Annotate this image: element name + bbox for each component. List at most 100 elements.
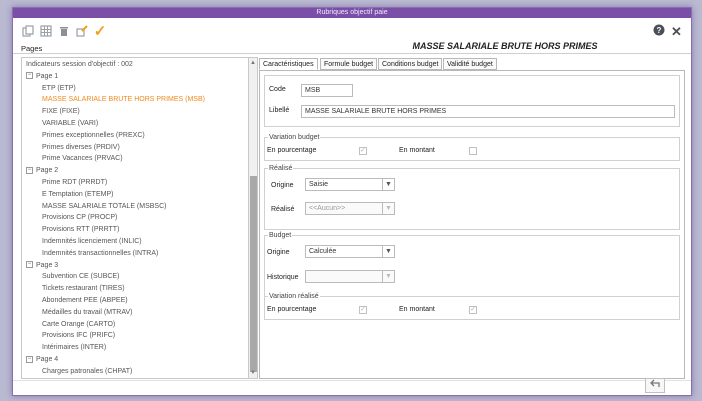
chevron-down-icon[interactable]: ▼ xyxy=(382,246,394,257)
budget-origine-select[interactable]: Calculée ▼ xyxy=(305,245,395,258)
variation-realise-montant-checkbox[interactable]: ✓ xyxy=(469,306,477,314)
realise-realise-label: Réalisé xyxy=(271,206,295,213)
back-button[interactable] xyxy=(645,378,665,393)
pages-tree: Indicateurs session d'objectif : 002− Pag… xyxy=(21,57,256,379)
variation-realise-title: Variation réalisé xyxy=(268,292,320,301)
tree-item-label: Page 2 xyxy=(36,167,59,175)
tree-item-label: Indemnités transactionnelles (INTRA) xyxy=(42,249,159,257)
variation-budget-title: Variation budget xyxy=(268,133,321,142)
grid-icon[interactable] xyxy=(39,24,53,38)
tree-item[interactable]: E Temptation (ETEMP) xyxy=(42,190,113,200)
tree-item-label: MASSE SALARIALE TOTALE (MSBSC) xyxy=(42,202,167,210)
tree-item-label: Tickets restaurant (TIRES) xyxy=(42,285,125,293)
scroll-down-icon[interactable]: ▼ xyxy=(249,369,257,377)
budget-title: Budget xyxy=(268,231,293,240)
tree-item[interactable]: Carte Orange (CARTO) xyxy=(42,320,115,330)
tree-item[interactable]: VARIABLE (VARI) xyxy=(42,119,98,129)
tree-item-label: Page 1 xyxy=(36,72,59,80)
tree-item[interactable]: Provisions CP (PROCP) xyxy=(42,213,117,223)
tree-item-label: Page 4 xyxy=(36,356,59,363)
variation-budget-pct-label: En pourcentage xyxy=(267,147,317,154)
budget-group: Budget Origine Calculée ▼ Historique ▼ xyxy=(264,231,680,297)
help-glyph: ? xyxy=(657,26,662,35)
tree-page-node[interactable]: − Page 2 xyxy=(26,166,58,176)
variation-realise-pct-label: En pourcentage xyxy=(267,306,317,313)
chevron-down-icon[interactable]: ▼ xyxy=(382,179,394,190)
copy-icon[interactable] xyxy=(21,24,35,38)
tree-item[interactable]: Prime RDT (PRRDT) xyxy=(42,178,107,188)
tree-item-label: FIXE (FIXE) xyxy=(42,108,80,116)
collapse-toggle-icon[interactable]: − xyxy=(26,72,33,80)
tree-item[interactable]: FIXE (FIXE) xyxy=(42,107,80,117)
help-icon[interactable]: ? xyxy=(653,24,665,39)
realise-realise-select[interactable]: <<Aucun>> ▼ xyxy=(305,202,395,215)
realise-realise-value: <<Aucun>> xyxy=(309,205,346,212)
tree-page-node[interactable]: − Page 1 xyxy=(26,72,58,82)
code-label: Code xyxy=(269,86,286,93)
budget-historique-select[interactable]: ▼ xyxy=(305,270,395,283)
window-title: Rubriques objectif paie xyxy=(13,8,691,18)
realise-title: Réalisé xyxy=(268,164,294,173)
tab-caracteristiques[interactable]: Caractéristiques xyxy=(259,58,318,70)
realise-group: Réalisé Origine Saisie ▼ Réalisé <<Aucun… xyxy=(264,164,680,230)
checkmark-icon: ✓ xyxy=(470,306,476,313)
tree-item[interactable]: Médailles du travail (MTRAV) xyxy=(42,308,133,318)
tree-item-label: E Temptation (ETEMP) xyxy=(42,190,114,198)
tree-item[interactable]: Intérimaires (INTER) xyxy=(42,343,106,353)
tab-conditions-budget[interactable]: Conditions budget xyxy=(378,58,443,70)
libelle-field[interactable]: MASSE SALARIALE BRUTE HORS PRIMES xyxy=(301,105,675,118)
tree-item[interactable]: Primes diverses (PRDIV) xyxy=(42,143,120,153)
tree-item-label: Primes diverses (PRDIV) xyxy=(42,143,120,151)
tree-item-label: MASSE SALARIALE BRUTE HORS PRIMES (MSB) xyxy=(42,96,205,104)
collapse-toggle-icon[interactable]: − xyxy=(26,355,33,363)
collapse-toggle-icon[interactable]: − xyxy=(26,261,33,269)
tree-item[interactable]: MASSE SALARIALE BRUTE HORS PRIMES (MSB) xyxy=(42,95,205,105)
app-window: Rubriques objectif paie ✓ ? ✕ Pages MASS… xyxy=(12,7,692,396)
tab-formule-budget[interactable]: Formule budget xyxy=(320,58,378,70)
chevron-down-icon[interactable]: ▼ xyxy=(382,271,394,282)
check-icon[interactable]: ✓ xyxy=(93,23,107,40)
tree-root[interactable]: Indicateurs session d'objectif : 002 xyxy=(26,60,133,70)
code-field[interactable]: MSB xyxy=(301,84,353,97)
tree-page-node[interactable]: − Page 3 xyxy=(26,261,58,271)
trash-icon[interactable] xyxy=(57,24,71,38)
variation-budget-montant-label: En montant xyxy=(399,147,435,154)
libelle-label: Libellé xyxy=(269,107,290,114)
variation-budget-pct-checkbox[interactable]: ✓ xyxy=(359,147,367,155)
back-arrow-icon xyxy=(650,379,660,391)
chevron-down-icon[interactable]: ▼ xyxy=(382,203,394,214)
tree-item[interactable]: ETP (ETP) xyxy=(42,84,76,94)
scrollbar-thumb[interactable] xyxy=(250,176,257,372)
tree-item[interactable]: Provisions IFC (PRIFC) xyxy=(42,331,115,341)
variation-budget-montant-checkbox[interactable] xyxy=(469,147,477,155)
tree-item-label: Prime Vacances (PRVAC) xyxy=(42,155,123,163)
scroll-up-icon[interactable]: ▲ xyxy=(249,59,257,67)
pages-label: Pages xyxy=(21,44,43,53)
collapse-toggle-icon[interactable]: − xyxy=(26,166,33,174)
edit-icon[interactable] xyxy=(75,24,89,38)
tree-item-label: Indicateurs session d'objectif : 002 xyxy=(26,61,133,68)
tree-scrollbar[interactable]: ▲ ▼ xyxy=(248,57,258,379)
page-title: MASSE SALARIALE BRUTE HORS PRIMES xyxy=(412,41,598,51)
budget-origine-value: Calculée xyxy=(309,248,337,255)
tree-item[interactable]: Provisions RTT (PRRTT) xyxy=(42,225,119,235)
tree-item[interactable]: Abondement PEE (ABPEE) xyxy=(42,296,128,306)
tree-item[interactable]: Charges patronales (CHPAT) xyxy=(42,367,132,377)
realise-origine-label: Origine xyxy=(271,182,294,189)
tree-item[interactable]: Indemnités licenciement (INLIC) xyxy=(42,237,142,247)
close-icon[interactable]: ✕ xyxy=(671,24,682,40)
tree-item[interactable]: Subvention CE (SUBCE) xyxy=(42,272,119,282)
tree-page-node[interactable]: − Page 4 xyxy=(26,355,58,365)
realise-origine-select[interactable]: Saisie ▼ xyxy=(305,178,395,191)
tree-item[interactable]: MASSE SALARIALE TOTALE (MSBSC) xyxy=(42,202,166,212)
variation-realise-pct-checkbox[interactable]: ✓ xyxy=(359,306,367,314)
variation-realise-montant-label: En montant xyxy=(399,306,435,313)
tree-item[interactable]: Prime Vacances (PRVAC) xyxy=(42,154,123,164)
tree-item[interactable]: Indemnités transactionnelles (INTRA) xyxy=(42,249,158,259)
footer-divider xyxy=(13,380,691,381)
tree-item[interactable]: Tickets restaurant (TIRES) xyxy=(42,284,125,294)
tree-item-label: Provisions IFC (PRIFC) xyxy=(42,332,116,340)
tab-validite-budget[interactable]: Validité budget xyxy=(443,58,497,70)
tree-item[interactable]: Primes exceptionnelles (PREXC) xyxy=(42,131,145,141)
tree-item-label: Charges patronales (CHPAT) xyxy=(42,367,133,375)
